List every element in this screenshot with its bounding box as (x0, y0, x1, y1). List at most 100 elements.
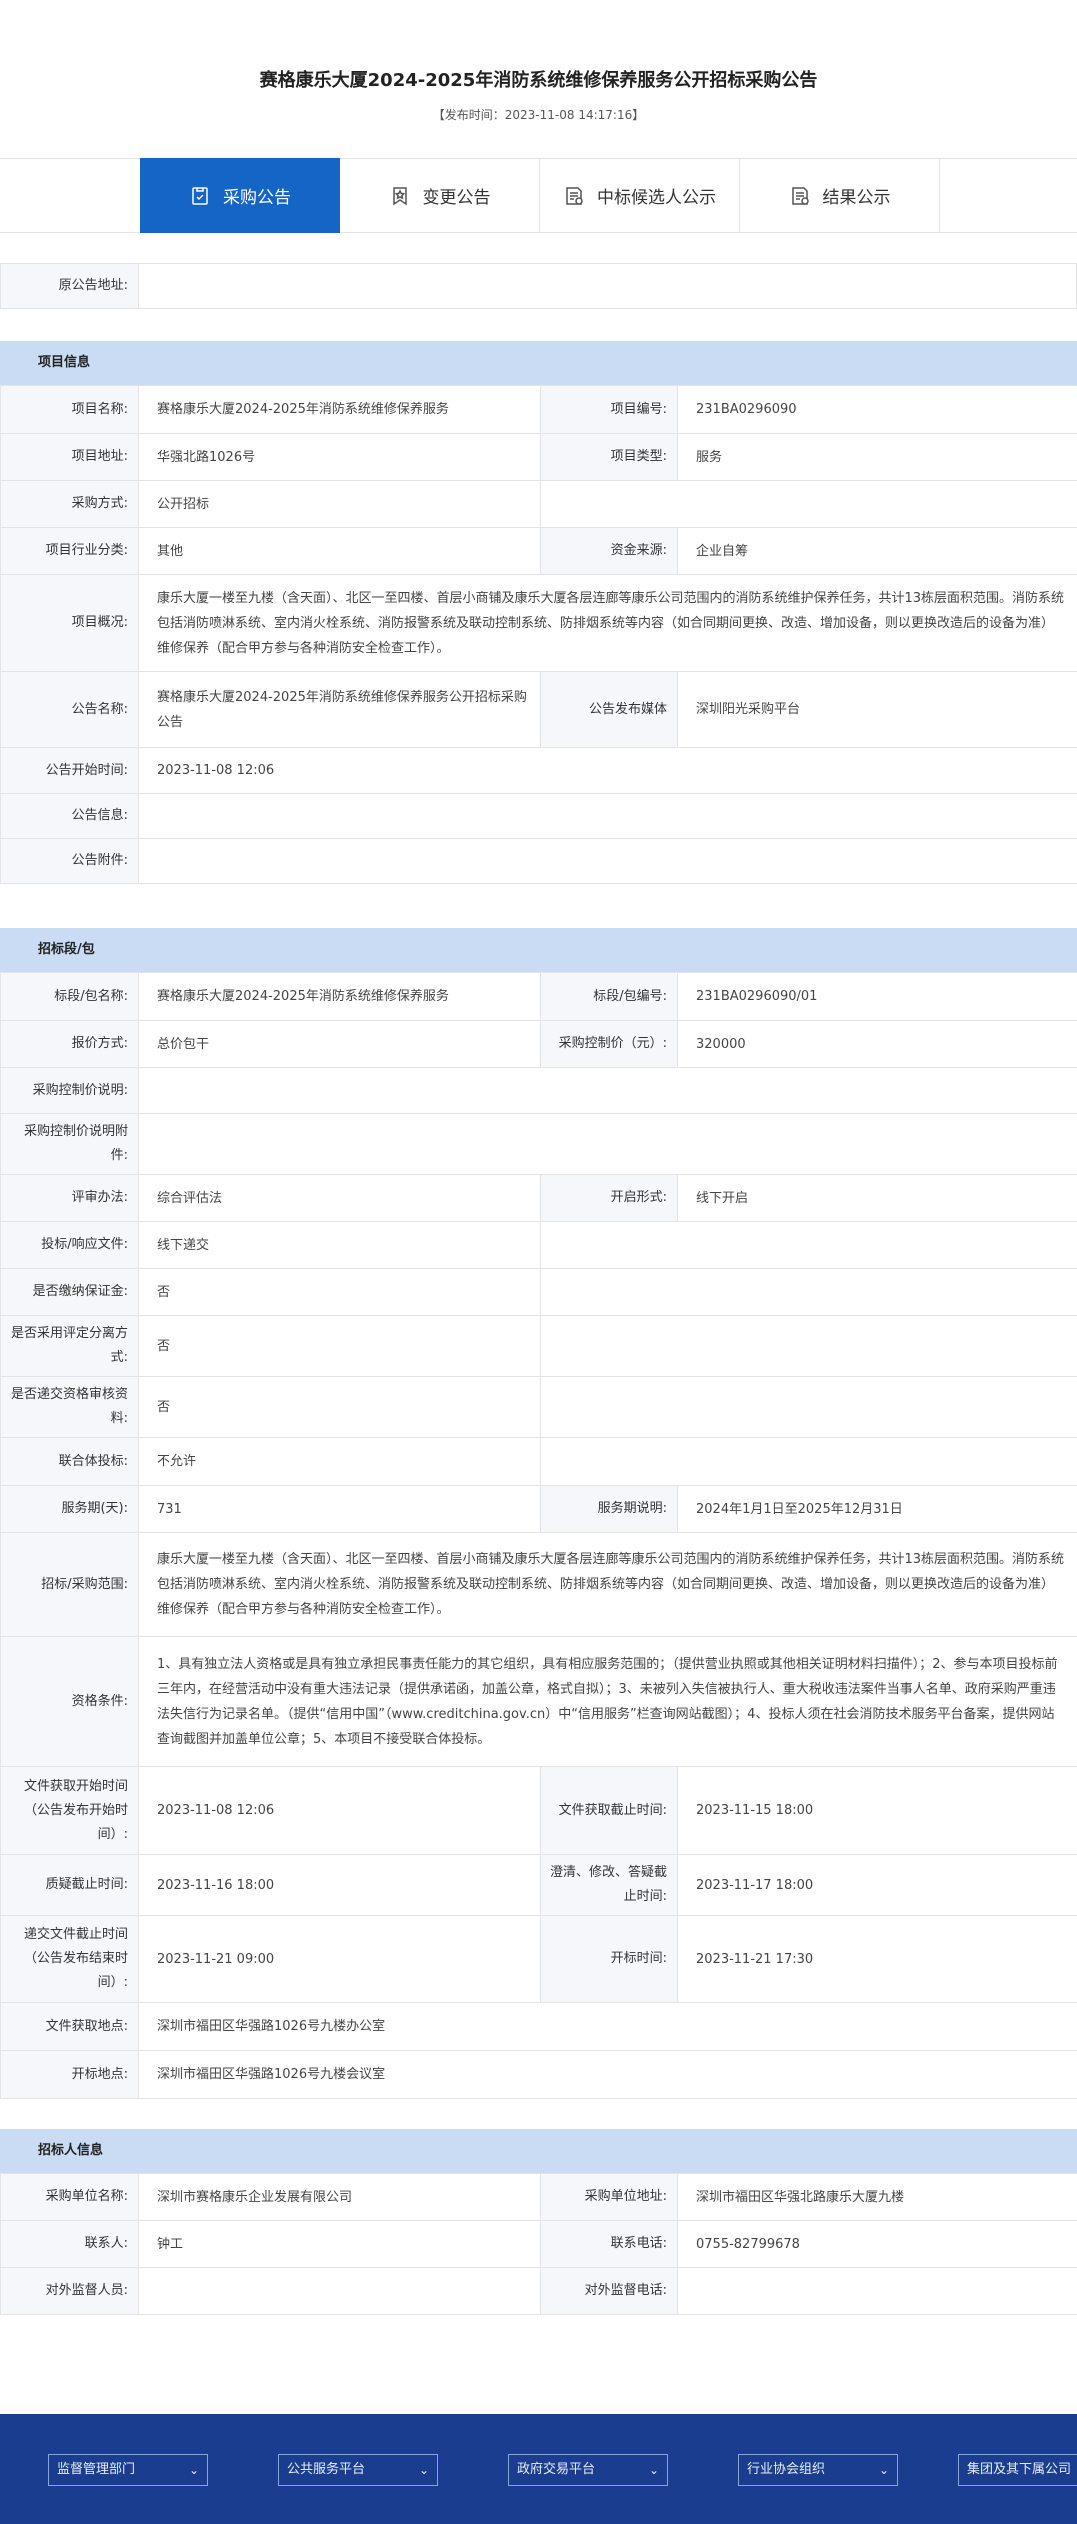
field-label: 项目行业分类: (0, 527, 139, 575)
select-label: 行业协会组织 (747, 2462, 826, 2477)
field-label: 公告发布媒体 (540, 671, 678, 748)
field-label: 资格条件: (0, 1636, 139, 1767)
tab-label: 中标候选人公示 (597, 188, 716, 208)
original-address-label: 原公告地址: (0, 263, 139, 309)
select-label: 公共服务平台 (287, 2462, 366, 2477)
tab-label: 变更公告 (422, 188, 491, 208)
buyer-name: 深圳市赛格康乐企业发展有限公司 (138, 2173, 541, 2221)
field-label: 采购方式: (0, 480, 139, 528)
field-label: 开标地点: (0, 2050, 139, 2099)
field-label: 项目编号: (540, 385, 678, 434)
doc-start-time: 2023-11-08 12:06 (138, 1766, 541, 1855)
field-label: 公告开始时间: (0, 747, 139, 794)
select-industry-assoc[interactable]: 行业协会组织 ⌄ (738, 2454, 898, 2486)
qualification-review: 否 (138, 1376, 541, 1438)
field-label: 联系人: (0, 2220, 139, 2268)
buyer-address: 深圳市福田区华强北路康乐大厦九楼 (677, 2173, 1077, 2221)
tab-bar: 采购公告 变更公告 中标候选人公示 结果公示 (0, 158, 1077, 233)
document-stamp-icon (789, 185, 811, 207)
field-label: 开标时间: (540, 1915, 678, 2003)
select-supervision-dept[interactable]: 监督管理部门 ⌄ (48, 2454, 208, 2486)
tab-label: 结果公示 (822, 188, 891, 208)
select-label: 监督管理部门 (57, 2462, 136, 2477)
field-label: 项目概况: (0, 574, 139, 672)
question-deadline: 2023-11-16 18:00 (138, 1854, 541, 1916)
chevron-down-icon: ⌄ (648, 2463, 659, 2477)
section-tenderer: 招标人信息 (0, 2129, 1077, 2173)
notice-media: 深圳阳光采购平台 (677, 671, 1077, 748)
deposit-required: 否 (138, 1268, 541, 1316)
price-ceiling-attachment (138, 1113, 1077, 1175)
tab-candidate-notice[interactable]: 中标候选人公示 (540, 158, 740, 233)
field-label: 标段/包名称: (0, 972, 139, 1021)
field-label: 对外监督电话: (540, 2267, 678, 2315)
field-label: 是否采用评定分离方式: (0, 1315, 139, 1377)
lot-info-table: 标段/包名称: 赛格康乐大厦2024-2025年消防系统维修保养服务 标段/包编… (0, 972, 1077, 2099)
qualification-conditions: 1、具有独立法人资格或是具有独立承担民事责任能力的其它组织，具有相应服务范围的；… (138, 1636, 1077, 1767)
field-label: 项目名称: (0, 385, 139, 434)
tab-change-notice[interactable]: 变更公告 (340, 158, 540, 233)
notice-attachment (138, 838, 1077, 884)
field-label: 澄清、修改、答疑截止时间: (540, 1854, 678, 1916)
bookmark-star-icon (389, 185, 411, 207)
notice-start-time: 2023-11-08 12:06 (138, 747, 1077, 794)
select-label: 政府交易平台 (517, 2462, 596, 2477)
tenderer-info-table: 采购单位名称: 深圳市赛格康乐企业发展有限公司 采购单位地址: 深圳市福田区华强… (0, 2173, 1077, 2315)
field-label: 开启形式: (540, 1174, 678, 1222)
opening-form: 线下开启 (677, 1174, 1077, 1222)
select-public-service[interactable]: 公共服务平台 ⌄ (278, 2454, 438, 2486)
footer: 监督管理部门 ⌄ 公共服务平台 ⌄ 政府交易平台 ⌄ 行业协会组织 ⌄ 集团及其下属公司 (0, 2414, 1077, 2524)
consortium-bid: 不允许 (138, 1437, 541, 1486)
field-label: 公告附件: (0, 838, 139, 884)
supervisor (138, 2267, 541, 2315)
select-label: 集团及其下属公司 (967, 2462, 1072, 2477)
document-stamp-icon (563, 185, 585, 207)
field-label: 是否缴纳保证金: (0, 1268, 139, 1316)
price-ceiling-desc (138, 1067, 1077, 1114)
submission-method: 线下递交 (138, 1221, 541, 1269)
field-label: 质疑截止时间: (0, 1854, 139, 1916)
select-gov-trading[interactable]: 政府交易平台 ⌄ (508, 2454, 668, 2486)
tab-label: 采购公告 (223, 188, 291, 208)
field-label: 采购控制价说明: (0, 1067, 139, 1114)
field-label: 公告名称: (0, 671, 139, 748)
lot-name: 赛格康乐大厦2024-2025年消防系统维修保养服务 (138, 972, 541, 1021)
field-label: 评审办法: (0, 1174, 139, 1222)
service-period: 731 (138, 1485, 541, 1533)
page-title: 赛格康乐大厦2024-2025年消防系统维修保养服务公开招标采购公告 (259, 70, 818, 91)
field-label: 公告信息: (0, 793, 139, 839)
chevron-down-icon: ⌄ (188, 2463, 199, 2477)
field-label: 递交文件截止时间（公告发布结束时间）: (0, 1915, 139, 2003)
opening-time: 2023-11-21 17:30 (677, 1915, 1077, 2003)
field-label: 服务期(天): (0, 1485, 139, 1533)
field-label: 报价方式: (0, 1020, 139, 1068)
field-label: 服务期说明: (540, 1485, 678, 1533)
field-label: 对外监督人员: (0, 2267, 139, 2315)
doc-end-time: 2023-11-15 18:00 (677, 1766, 1077, 1855)
tab-procurement-notice[interactable]: 采购公告 (140, 158, 340, 233)
chevron-down-icon: ⌄ (418, 2463, 429, 2477)
field-label: 联合体投标: (0, 1437, 139, 1486)
field-label: 联系电话: (540, 2220, 678, 2268)
project-overview: 康乐大厦一楼至九楼（含天面）、北区一至四楼、首层小商铺及康乐大厦各层连廊等康乐公… (138, 574, 1077, 672)
field-label: 文件获取截止时间: (540, 1766, 678, 1855)
supervisor-phone (677, 2267, 1077, 2315)
clarify-deadline: 2023-11-17 18:00 (677, 1854, 1077, 1916)
field-label: 是否递交资格审核资料: (0, 1376, 139, 1438)
field-label: 文件获取地点: (0, 2002, 139, 2051)
section-project-info: 项目信息 (0, 341, 1077, 385)
notice-info (138, 793, 1077, 839)
tab-result-notice[interactable]: 结果公示 (740, 158, 940, 233)
price-ceiling: 320000 (677, 1020, 1077, 1068)
opening-location: 深圳市福田区华强路1026号九楼会议室 (138, 2050, 1077, 2099)
select-group-companies[interactable]: 集团及其下属公司 (958, 2454, 1077, 2486)
quote-method: 总价包干 (138, 1020, 541, 1068)
field-label: 文件获取开始时间（公告发布开始时间）: (0, 1766, 139, 1855)
field-label: 采购控制价（元）: (540, 1020, 678, 1068)
document-check-icon (189, 185, 211, 207)
evaluation-method: 综合评估法 (138, 1174, 541, 1222)
field-label: 采购控制价说明附件: (0, 1113, 139, 1175)
contact-person: 钟工 (138, 2220, 541, 2268)
doc-location: 深圳市福田区华强路1026号九楼办公室 (138, 2002, 1077, 2051)
service-period-desc: 2024年1月1日至2025年12月31日 (677, 1485, 1077, 1533)
